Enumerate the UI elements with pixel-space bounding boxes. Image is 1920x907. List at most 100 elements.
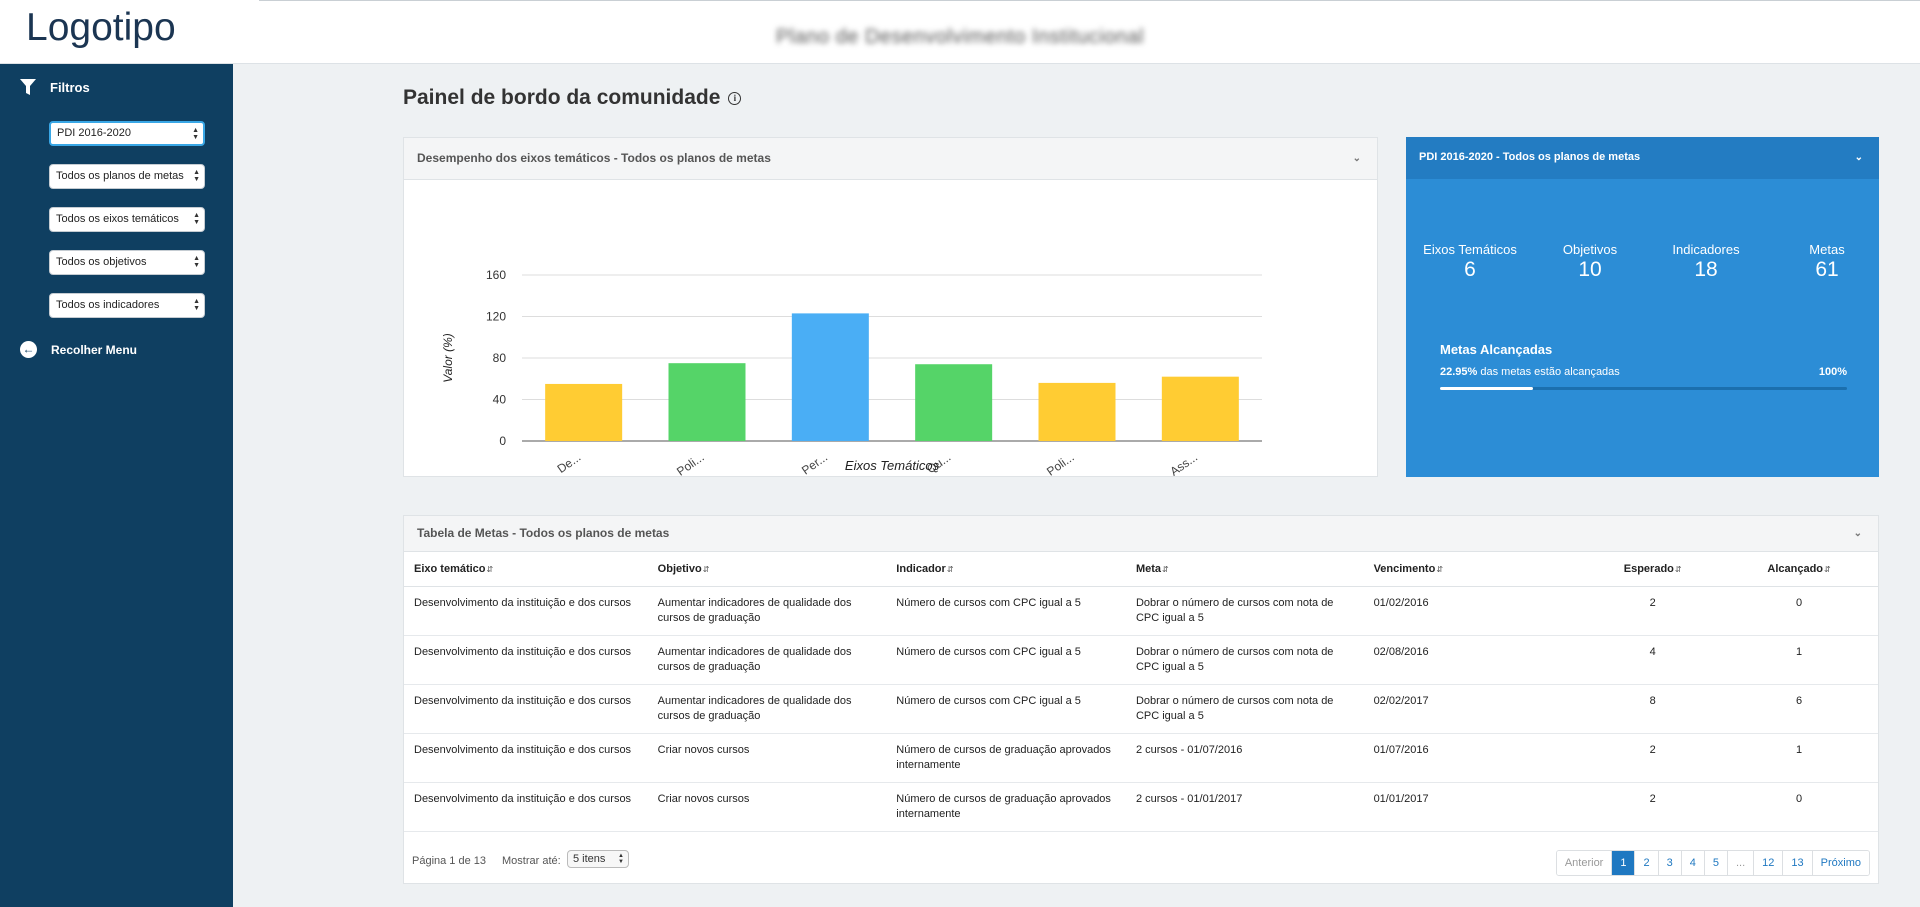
info-icon[interactable]: i — [728, 91, 742, 105]
sort-icon[interactable]: ⇵ — [1162, 565, 1169, 574]
pager-page-12[interactable]: 12 — [1753, 851, 1783, 875]
col-eixo[interactable]: Eixo temático⇵ — [404, 552, 648, 587]
pager-page-1[interactable]: 1 — [1611, 851, 1635, 875]
stat-value: 18 — [1694, 258, 1718, 281]
chevron-down-icon[interactable]: ⌄ — [1855, 137, 1863, 178]
col-label: Vencimento — [1373, 562, 1436, 575]
cell-esperado: 2 — [1585, 733, 1721, 783]
sort-icon[interactable]: ⇵ — [1436, 565, 1443, 574]
cell-objetivo: Aumentar indicadores de qualidade dos cu… — [647, 635, 887, 685]
col-meta[interactable]: Meta⇵ — [1125, 552, 1364, 587]
page-title-text: Painel de bordo da comunidade — [403, 86, 721, 109]
cell-indicador: Número de cursos com CPC igual a 5 — [886, 586, 1126, 636]
chart-panel: Desempenho dos eixos temáticos - Todos o… — [403, 137, 1378, 479]
pdi-select-value: PDI 2016-2020 — [57, 127, 131, 139]
stat-objetivos: Objetivos 10 — [1530, 242, 1650, 282]
chart-panel-header[interactable]: Desempenho dos eixos temáticos - Todos o… — [404, 138, 1377, 180]
x-tick-label: Per... — [799, 450, 830, 476]
y-tick-label: 160 — [486, 268, 506, 282]
table-row[interactable]: Desenvolvimento da instituição e dos cur… — [404, 635, 1878, 685]
x-tick-label: De... — [555, 450, 584, 476]
metas-progress-fill — [1440, 387, 1534, 390]
bar — [791, 313, 869, 441]
cell-eixo: Desenvolvimento da instituição e dos cur… — [404, 782, 648, 832]
sort-icon[interactable]: ⇵ — [487, 565, 494, 574]
arrow-left-icon: ← — [20, 341, 37, 358]
cell-esperado: 2 — [1585, 586, 1721, 636]
pager-page-5[interactable]: 5 — [1703, 851, 1727, 875]
cell-objetivo: Criar novos cursos — [647, 782, 887, 832]
sort-icon[interactable]: ⇵ — [947, 565, 954, 574]
cell-meta: 2 cursos - 01/01/2017 — [1125, 782, 1364, 832]
metas-description: das metas estão alcançadas — [1480, 366, 1620, 378]
metas-alcancadas-text: 22.95% das metas estão alcançadas — [1440, 366, 1620, 378]
stat-label: Objetivos — [1562, 242, 1618, 257]
pagination: Anterior 1 2 3 4 5 ... 12 13 Próximo — [1555, 850, 1870, 876]
plano-metas-select-value: Todos os planos de metas — [56, 170, 184, 182]
pager-prev[interactable]: Anterior — [1556, 851, 1612, 875]
cell-alcancado: 6 — [1720, 684, 1878, 734]
y-tick-label: 120 — [486, 310, 506, 324]
col-vencimento[interactable]: Vencimento⇵ — [1363, 552, 1586, 587]
stats-panel-title: PDI 2016-2020 - Todos os planos de metas — [1419, 151, 1641, 163]
table-row[interactable]: Desenvolvimento da instituição e dos cur… — [404, 782, 1878, 832]
page-title: Painel de bordo da comunidade i — [403, 86, 742, 110]
chevron-down-icon[interactable]: ⌄ — [1353, 138, 1361, 179]
indicadores-select[interactable]: Todos os indicadores ▲ ▼ — [49, 293, 205, 318]
cell-vencimento: 01/07/2016 — [1363, 733, 1586, 783]
filters-header: Filtros — [20, 77, 90, 97]
chart-panel-title: Desempenho dos eixos temáticos - Todos o… — [417, 151, 771, 165]
stat-label: Indicadores — [1672, 242, 1740, 257]
cell-meta: Dobrar o número de cursos com nota de CP… — [1125, 684, 1364, 734]
pdi-select[interactable]: PDI 2016-2020 ▲ ▼ — [49, 121, 205, 146]
pager-page-13[interactable]: 13 — [1782, 851, 1812, 875]
x-axis-label: Eixos Temáticos — [845, 458, 940, 473]
pager-page-3[interactable]: 3 — [1657, 851, 1681, 875]
objetivos-select[interactable]: Todos os objetivos ▲ ▼ — [49, 250, 205, 275]
stat-metas: Metas 61 — [1767, 242, 1887, 282]
cell-eixo: Desenvolvimento da instituição e dos cur… — [404, 733, 648, 783]
metas-alcancadas-title: Metas Alcançadas — [1440, 342, 1553, 357]
chevron-down-icon[interactable]: ⌄ — [1854, 516, 1862, 551]
stat-eixos: Eixos Temáticos 6 — [1410, 242, 1530, 282]
table-panel-title: Tabela de Metas - Todos os planos de met… — [417, 526, 670, 540]
pager-page-4[interactable]: 4 — [1680, 851, 1704, 875]
table-row[interactable]: Desenvolvimento da instituição e dos cur… — [404, 586, 1878, 636]
col-objetivo[interactable]: Objetivo⇵ — [647, 552, 887, 587]
sort-icon[interactable]: ⇵ — [703, 565, 710, 574]
updown-icon: ▲ ▼ — [193, 298, 200, 312]
page-info: Página 1 de 13 — [412, 855, 487, 867]
x-tick-label: Poli... — [1044, 450, 1077, 476]
bar-chart: 04080120160De... Poli... Per... Qu... Poli..… — [441, 268, 1262, 479]
y-tick-label: 80 — [493, 351, 507, 365]
collapse-menu-button[interactable]: ← Recolher Menu — [20, 341, 137, 358]
updown-icon: ▲ ▼ — [193, 255, 200, 269]
y-tick-label: 0 — [499, 434, 506, 448]
cell-alcancado: 0 — [1720, 782, 1878, 832]
sort-icon[interactable]: ⇵ — [1675, 565, 1682, 574]
stats-panel-header[interactable]: PDI 2016-2020 - Todos os planos de metas… — [1406, 137, 1879, 179]
pager-ellipsis: ... — [1726, 851, 1754, 875]
plano-metas-select[interactable]: Todos os planos de metas ▲ ▼ — [49, 164, 205, 189]
stats-panel: PDI 2016-2020 - Todos os planos de metas… — [1406, 137, 1879, 477]
y-axis-label: Valor (%) — [441, 333, 455, 383]
pager-next[interactable]: Próximo — [1811, 851, 1869, 875]
page-size-select[interactable]: 5 itens ▲ ▼ — [567, 850, 629, 868]
cell-eixo: Desenvolvimento da instituição e dos cur… — [404, 635, 648, 685]
col-label: Indicador — [896, 562, 946, 575]
table-row[interactable]: Desenvolvimento da instituição e dos cur… — [404, 684, 1878, 734]
cell-eixo: Desenvolvimento da instituição e dos cur… — [404, 586, 648, 636]
stat-value: 10 — [1578, 258, 1602, 281]
bar — [915, 364, 993, 441]
col-esperado[interactable]: Esperado⇵ — [1585, 552, 1721, 587]
updown-icon: ▲ ▼ — [618, 853, 624, 865]
col-indicador[interactable]: Indicador⇵ — [886, 552, 1126, 587]
eixos-select[interactable]: Todos os eixos temáticos ▲ ▼ — [49, 207, 205, 232]
col-alcancado[interactable]: Alcançado⇵ — [1720, 552, 1878, 587]
collapse-menu-label: Recolher Menu — [51, 342, 138, 357]
table-row[interactable]: Desenvolvimento da instituição e dos cur… — [404, 733, 1878, 783]
pager-page-2[interactable]: 2 — [1634, 851, 1658, 875]
sort-icon[interactable]: ⇵ — [1824, 565, 1831, 574]
y-tick-label: 40 — [493, 393, 507, 407]
table-panel-header[interactable]: Tabela de Metas - Todos os planos de met… — [404, 516, 1878, 552]
